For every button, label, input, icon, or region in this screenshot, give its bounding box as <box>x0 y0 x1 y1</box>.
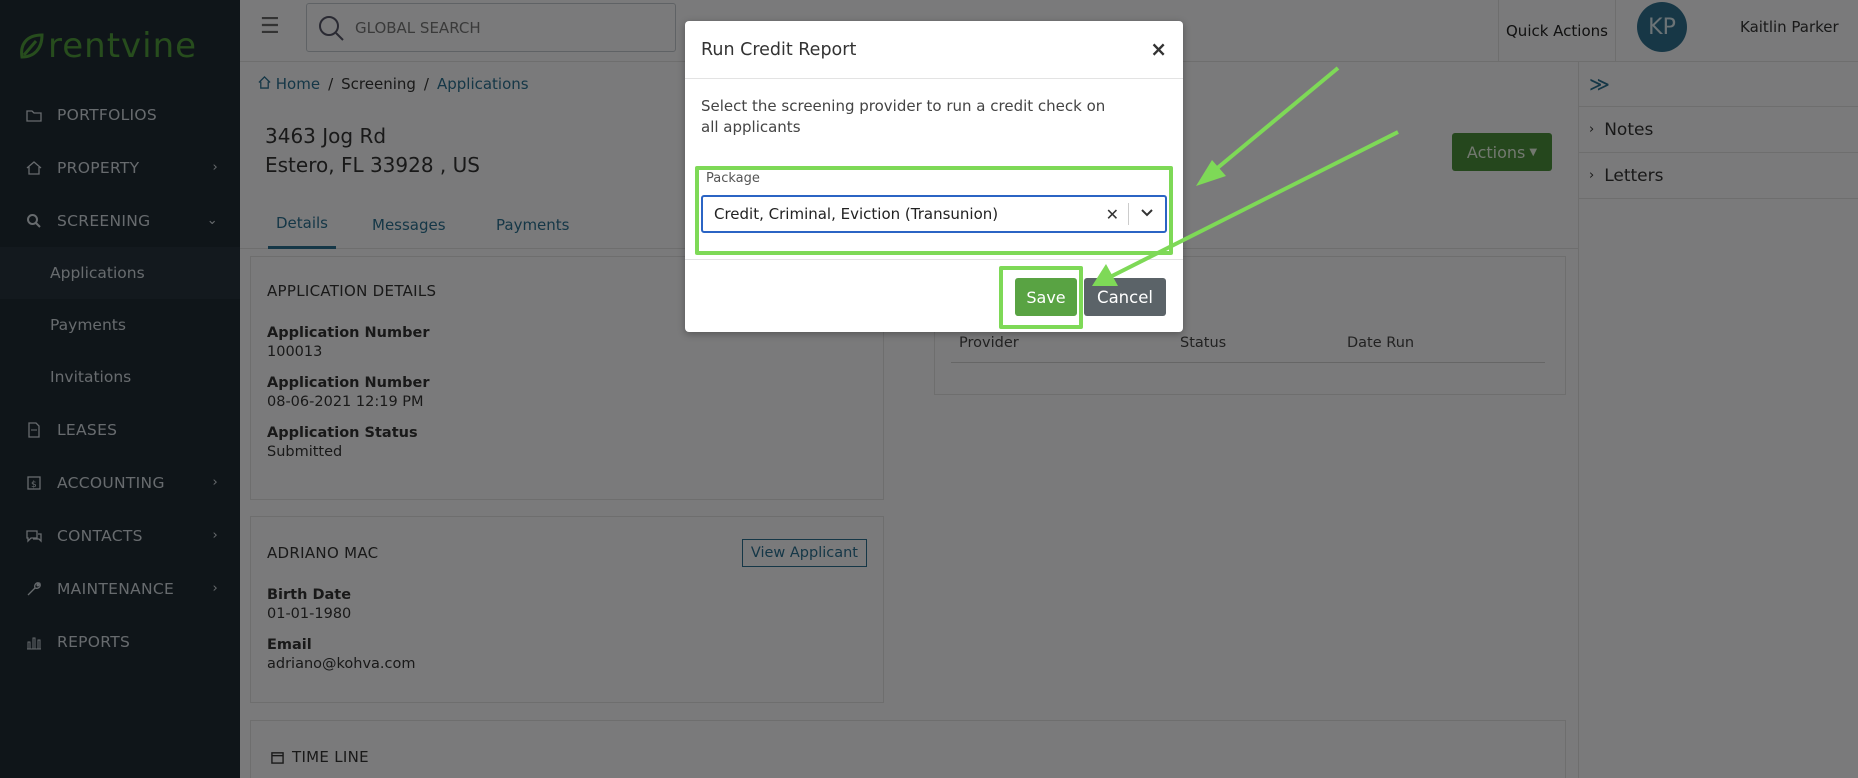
save-button[interactable]: Save <box>1015 278 1077 316</box>
modal-footer-divider <box>685 259 1183 260</box>
package-select[interactable]: Credit, Criminal, Eviction (Transunion) … <box>701 195 1167 233</box>
package-label: Package <box>706 171 760 186</box>
chevron-down-icon[interactable] <box>1139 204 1155 220</box>
package-selected-value: Credit, Criminal, Eviction (Transunion) <box>714 205 999 223</box>
cancel-button[interactable]: Cancel <box>1084 278 1166 316</box>
modal-description: Select the screening provider to run a c… <box>701 97 1106 136</box>
modal-title: Run Credit Report <box>701 39 857 60</box>
close-icon[interactable]: × <box>1150 37 1167 61</box>
clear-icon[interactable]: ✕ <box>1106 205 1119 224</box>
run-credit-report-modal: Run Credit Report × Select the screening… <box>685 21 1183 332</box>
modal-header: Run Credit Report × <box>685 21 1183 79</box>
select-divider <box>1128 203 1129 225</box>
